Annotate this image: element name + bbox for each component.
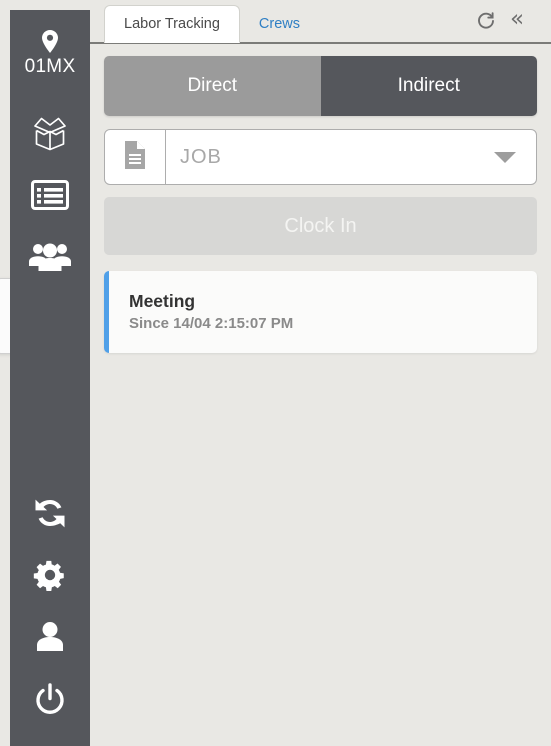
clock-in-label: Clock In — [284, 214, 357, 237]
sidebar-bottom-group — [10, 482, 90, 746]
open-box-icon — [29, 113, 71, 153]
sync-icon — [32, 496, 68, 530]
refresh-button[interactable] — [475, 11, 497, 36]
tab-bar: Labor Tracking Crews « — [90, 0, 551, 44]
tab-labor-tracking[interactable]: Labor Tracking — [104, 5, 240, 43]
activity-since: Since 14/04 2:15:07 PM — [129, 314, 294, 332]
app-window: 01MX Labor Tracking Crews « Direct Indir… — [0, 0, 551, 746]
sidebar-item-settings[interactable] — [10, 544, 90, 606]
activity-title: Meeting — [129, 290, 196, 311]
user-icon — [34, 620, 66, 654]
power-icon — [33, 682, 67, 716]
activity-card[interactable]: Meeting Since 14/04 2:15:07 PM — [104, 271, 537, 353]
tab-crews[interactable]: Crews — [240, 5, 319, 43]
tab-label: Crews — [258, 16, 301, 32]
segment-indirect[interactable]: Indirect — [320, 56, 537, 116]
main-panel: Labor Tracking Crews « Direct Indirect J… — [90, 0, 551, 746]
sidebar-item-profile[interactable] — [10, 606, 90, 668]
content-body: Direct Indirect JOB Clock In Meeting Sin… — [90, 44, 551, 746]
segment-label: Indirect — [397, 75, 460, 96]
location-label: 01MX — [24, 55, 76, 77]
job-input-field[interactable]: JOB — [166, 130, 536, 184]
sidebar: 01MX — [10, 10, 90, 746]
gear-icon — [32, 557, 68, 593]
tab-toolbar: « — [475, 8, 551, 42]
segment-direct[interactable]: Direct — [104, 56, 321, 116]
document-icon — [122, 140, 148, 175]
job-document-button[interactable] — [105, 130, 166, 184]
sidebar-top-group: 01MX — [10, 10, 90, 288]
double-chevron-left-icon: « — [509, 6, 525, 32]
tab-label: Labor Tracking — [124, 16, 220, 32]
collapse-panel-button[interactable]: « — [510, 8, 535, 34]
sidebar-item-crews[interactable] — [10, 226, 90, 288]
sidebar-item-list[interactable] — [10, 164, 90, 226]
sidebar-item-sync[interactable] — [10, 482, 90, 544]
job-placeholder: JOB — [180, 145, 222, 168]
caret-down-icon[interactable] — [494, 151, 516, 163]
sidebar-item-location[interactable]: 01MX — [10, 10, 90, 88]
refresh-icon — [476, 11, 496, 36]
labor-type-segmented-control: Direct Indirect — [104, 56, 537, 116]
sidebar-item-logout[interactable] — [10, 668, 90, 730]
sidebar-item-inventory[interactable] — [10, 102, 90, 164]
segment-label: Direct — [187, 75, 238, 96]
clock-in-button[interactable]: Clock In — [104, 197, 537, 255]
people-group-icon — [28, 240, 72, 274]
location-pin-icon — [39, 29, 61, 55]
job-select[interactable]: JOB — [104, 129, 537, 185]
list-view-icon — [31, 179, 69, 211]
